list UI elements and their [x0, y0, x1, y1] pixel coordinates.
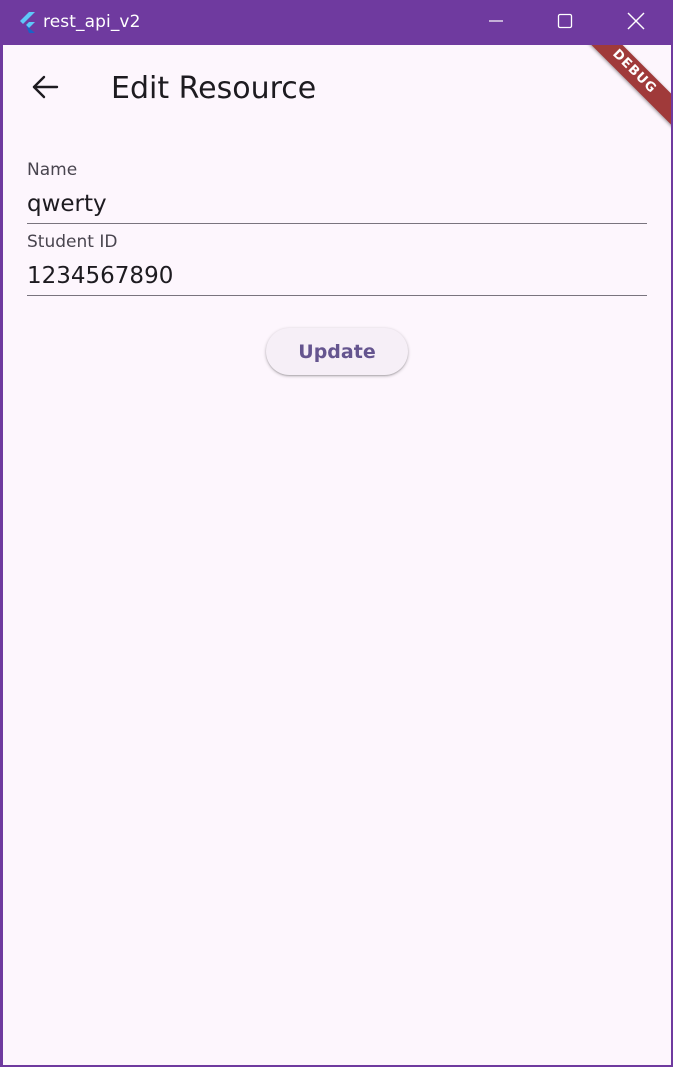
student-id-input[interactable]: [27, 261, 647, 291]
back-button[interactable]: [21, 65, 69, 113]
student-id-field[interactable]: Student ID: [27, 229, 647, 297]
title-bar[interactable]: rest_api_v2: [0, 0, 673, 45]
debug-banner: DEBUG: [573, 45, 671, 133]
close-icon: [627, 12, 645, 34]
maximize-icon: [557, 13, 573, 33]
app-content: Edit Resource DEBUG Name Student ID Upda…: [3, 45, 671, 1065]
name-field-label: Name: [27, 160, 78, 180]
window-title: rest_api_v2: [43, 12, 141, 32]
app-window: rest_api_v2 Edit Resource DEBUG Name qwe…: [0, 0, 673, 1067]
update-button[interactable]: Update: [266, 328, 408, 375]
student-id-field-underline: [27, 295, 647, 296]
name-input[interactable]: [27, 189, 647, 219]
page-title: Edit Resource: [111, 71, 317, 106]
minimize-button[interactable]: [473, 0, 519, 45]
name-field-underline: [27, 223, 647, 224]
close-button[interactable]: [613, 0, 659, 45]
name-field[interactable]: Name: [27, 157, 647, 225]
maximize-button[interactable]: [542, 0, 588, 45]
flutter-logo-icon: [16, 11, 38, 33]
arrow-back-icon: [31, 73, 59, 105]
app-bar: Edit Resource DEBUG: [3, 45, 671, 133]
student-id-field-label: Student ID: [27, 232, 118, 252]
minimize-icon: [488, 13, 504, 33]
